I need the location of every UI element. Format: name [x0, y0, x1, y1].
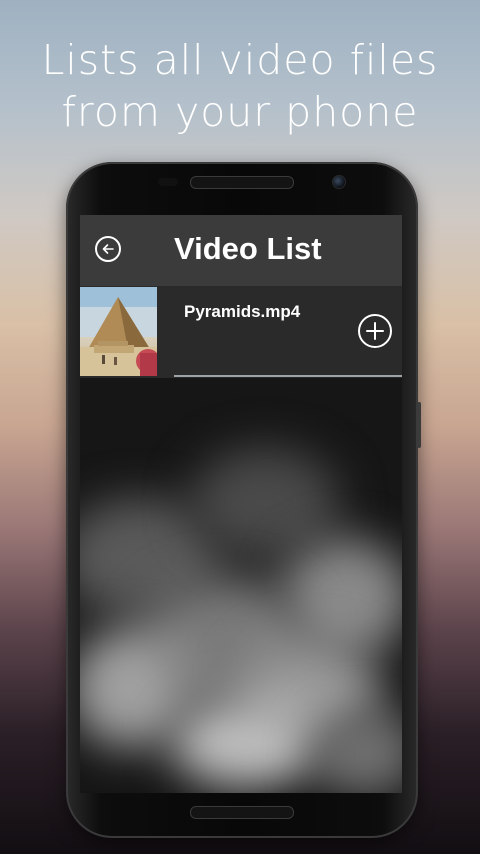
promo-line-2: from your phone: [61, 88, 419, 136]
back-arrow-icon[interactable]: [95, 236, 121, 262]
phone-frame: Video List Pyramids.mp4: [66, 162, 421, 838]
phone-bottom-speaker: [190, 806, 294, 819]
phone-side-button: [417, 402, 421, 448]
phone-sensor: [158, 178, 178, 186]
pyramids-thumbnail[interactable]: [80, 287, 157, 376]
front-camera: [332, 175, 346, 189]
page-title: Video List: [174, 231, 322, 266]
add-circle-icon[interactable]: [358, 314, 392, 348]
blurred-background: [80, 378, 402, 793]
promo-line-1: Lists all video files: [41, 36, 439, 84]
list-divider: [174, 375, 402, 377]
promo-headline: Lists all video files from your phone: [0, 34, 480, 138]
video-file-name: Pyramids.mp4: [184, 302, 301, 321]
app-screen: Video List Pyramids.mp4: [80, 215, 402, 793]
list-item[interactable]: Pyramids.mp4: [80, 286, 402, 378]
app-toolbar: Video List: [80, 215, 402, 286]
phone-earpiece: [190, 176, 294, 189]
